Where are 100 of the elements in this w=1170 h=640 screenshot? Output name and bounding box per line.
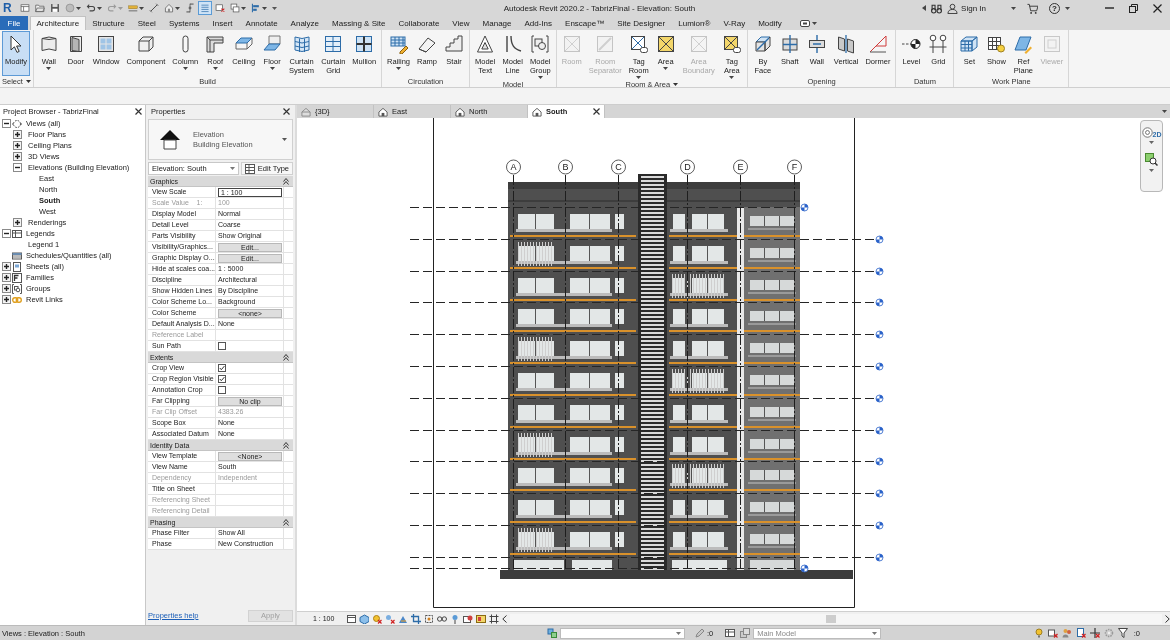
level-line[interactable] <box>410 366 874 367</box>
level-line[interactable] <box>410 430 874 431</box>
level-head-icon[interactable] <box>875 521 884 530</box>
level-head-icon[interactable] <box>875 394 884 403</box>
hash-grid-icon[interactable] <box>489 613 500 624</box>
collapse-icon[interactable] <box>13 163 22 172</box>
scrollbar-thumb[interactable] <box>826 614 837 623</box>
level-line[interactable] <box>410 525 874 526</box>
scroll-right-icon[interactable] <box>1165 614 1170 623</box>
level-head-icon[interactable] <box>875 489 884 498</box>
grid-head[interactable]: B <box>558 159 573 175</box>
checkbox[interactable] <box>218 342 226 350</box>
level-line[interactable] <box>410 461 874 462</box>
cart-icon[interactable] <box>1027 2 1038 14</box>
level-line[interactable] <box>410 334 874 335</box>
zoom-button[interactable] <box>1145 153 1158 166</box>
level-line[interactable] <box>410 302 874 303</box>
ribbon-tab[interactable]: Enscape™ <box>558 16 611 30</box>
level-line[interactable] <box>410 207 796 208</box>
table-icon[interactable] <box>725 628 736 638</box>
ribbon-tab[interactable]: Add-Ins <box>518 16 559 30</box>
close-button[interactable] <box>283 108 290 115</box>
double-chevron-up-icon[interactable] <box>283 441 289 449</box>
level-line[interactable] <box>410 493 874 494</box>
layers-icon[interactable] <box>740 628 751 638</box>
checkbox[interactable] <box>218 364 226 372</box>
expand-icon[interactable] <box>13 218 22 227</box>
grid-line[interactable] <box>740 175 741 569</box>
horizontal-scrollbar[interactable] <box>510 613 1162 624</box>
level-line[interactable] <box>410 557 874 558</box>
double-chevron-up-icon[interactable] <box>283 518 289 526</box>
checkbox[interactable] <box>218 386 226 394</box>
grid-line[interactable] <box>618 175 619 569</box>
grid-line[interactable] <box>794 175 795 569</box>
level-head-icon[interactable] <box>875 553 884 562</box>
ribbon-tab[interactable]: Site Designer <box>610 16 672 30</box>
ribbon-tab[interactable]: V-Ray <box>716 16 752 30</box>
plus-x-icon[interactable] <box>1089 628 1100 638</box>
dashed-square-icon[interactable] <box>424 613 435 624</box>
ribbon-tab[interactable]: Manage <box>476 16 518 30</box>
binoculars-icon[interactable] <box>931 2 943 14</box>
ribbon-tab[interactable]: Steel <box>131 16 163 30</box>
sheet-icon[interactable] <box>346 613 357 624</box>
expand-icon[interactable] <box>13 141 22 150</box>
level-head-icon[interactable] <box>875 267 884 276</box>
toolbar-button[interactable] <box>17 1 32 15</box>
expand-icon[interactable] <box>2 295 11 304</box>
close-button[interactable] <box>135 108 142 115</box>
toolbar-button[interactable] <box>227 1 248 15</box>
ribbon-tab[interactable]: File <box>0 16 28 30</box>
toolbar-button[interactable] <box>62 1 83 15</box>
expand-icon[interactable] <box>13 152 22 161</box>
level-head-icon[interactable] <box>875 298 884 307</box>
grid-line[interactable] <box>687 175 688 569</box>
grid-head[interactable]: E <box>733 159 748 175</box>
filter-icon[interactable] <box>1117 628 1128 638</box>
rectangle-x-icon[interactable] <box>1047 628 1058 638</box>
glasses-icon[interactable] <box>437 613 448 624</box>
toolbar-button[interactable] <box>212 1 227 15</box>
checkbox[interactable] <box>218 375 226 383</box>
ribbon-tab[interactable]: Analyze <box>284 16 326 30</box>
level-head-icon[interactable] <box>875 330 884 339</box>
expand-icon[interactable] <box>2 262 11 271</box>
sun-off-icon[interactable] <box>372 613 383 624</box>
ribbon-tab[interactable]: Systems <box>162 16 207 30</box>
framed-square-icon[interactable] <box>476 613 487 624</box>
double-chevron-up-icon[interactable] <box>283 177 289 185</box>
toolbar-button[interactable] <box>32 1 47 15</box>
squares-icon[interactable] <box>547 628 557 638</box>
grid-line[interactable] <box>513 175 514 569</box>
level-line[interactable] <box>410 568 796 569</box>
ribbon-tab[interactable]: Insert <box>206 16 240 30</box>
app-logo[interactable]: R <box>3 1 12 15</box>
collapse-icon[interactable] <box>2 119 11 128</box>
level-head-icon[interactable] <box>875 362 884 371</box>
level-line[interactable] <box>410 239 874 240</box>
ribbon-tab[interactable]: Collaborate <box>391 16 446 30</box>
level-head-icon[interactable] <box>875 426 884 435</box>
expand-icon[interactable] <box>2 284 11 293</box>
level-head-icon[interactable] <box>800 203 809 212</box>
left-arrow-icon[interactable] <box>922 5 927 11</box>
sign-in-button[interactable]: Sign In <box>947 2 986 14</box>
ribbon-tab[interactable]: Structure <box>85 16 132 30</box>
grid-head[interactable]: D <box>680 159 695 175</box>
workset-field[interactable] <box>560 627 685 639</box>
expand-icon[interactable] <box>13 130 22 139</box>
circle-x-icon[interactable] <box>385 613 396 624</box>
grid-head[interactable]: A <box>506 159 521 175</box>
collapse-icon[interactable] <box>2 229 11 238</box>
crop-region-boundary[interactable] <box>433 118 855 608</box>
sheet-x-icon[interactable] <box>1075 628 1086 638</box>
grid-head[interactable]: C <box>611 159 626 175</box>
dotted-ring-icon[interactable] <box>1103 628 1114 638</box>
toolbar-button[interactable] <box>146 1 161 15</box>
level-line[interactable] <box>410 398 874 399</box>
level-head-icon[interactable] <box>800 564 809 573</box>
grid-line[interactable] <box>565 175 566 569</box>
double-chevron-up-icon[interactable] <box>283 353 289 361</box>
ribbon-tab[interactable]: Modify <box>751 16 789 30</box>
ribbon-tab[interactable]: Massing & Site <box>325 16 392 30</box>
